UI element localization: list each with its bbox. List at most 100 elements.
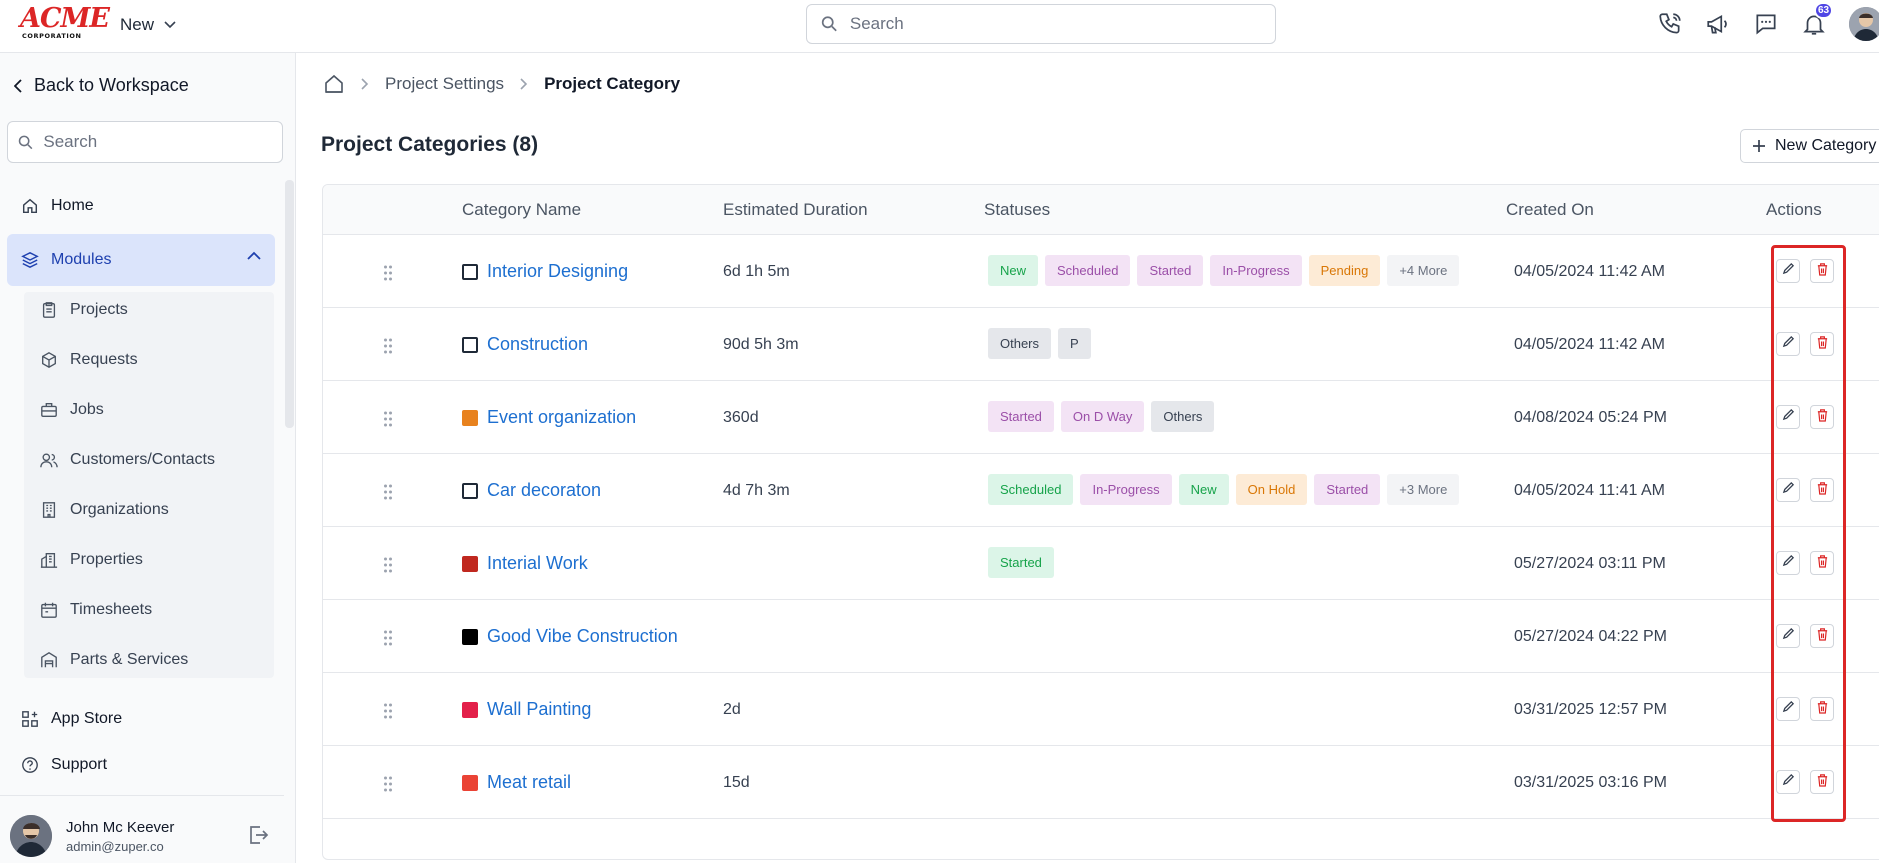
delete-button[interactable] bbox=[1810, 697, 1834, 721]
delete-button[interactable] bbox=[1810, 770, 1834, 794]
table-row: Wall Painting 2d 03/31/2025 12:57 PM bbox=[323, 673, 1879, 746]
pencil-icon bbox=[1782, 335, 1795, 353]
category-color-swatch[interactable] bbox=[462, 483, 478, 499]
edit-button[interactable] bbox=[1776, 551, 1800, 575]
edit-button[interactable] bbox=[1776, 332, 1800, 356]
new-category-button[interactable]: New Category bbox=[1740, 129, 1879, 163]
created-on: 05/27/2024 04:22 PM bbox=[1514, 628, 1668, 645]
edit-button[interactable] bbox=[1776, 697, 1800, 721]
user-name: John Mc Keever bbox=[66, 818, 175, 836]
category-name-link[interactable]: Wall Painting bbox=[487, 699, 591, 720]
sidebar-item-properties[interactable]: Properties bbox=[40, 545, 143, 575]
megaphone-icon[interactable] bbox=[1703, 8, 1733, 40]
phone-icon[interactable] bbox=[1655, 8, 1685, 40]
sidebar-item-timesheets[interactable]: Timesheets bbox=[40, 595, 152, 625]
table-header: Category Name Estimated Duration Statuse… bbox=[323, 185, 1879, 235]
edit-button[interactable] bbox=[1776, 405, 1800, 429]
sidebar-item-projects[interactable]: Projects bbox=[40, 295, 128, 325]
status-tag: Others bbox=[988, 328, 1052, 359]
category-name-link[interactable]: Meat retail bbox=[487, 772, 571, 793]
global-search[interactable] bbox=[806, 4, 1276, 44]
estimated-duration: 2d bbox=[723, 701, 741, 718]
delete-button[interactable] bbox=[1810, 332, 1834, 356]
sidebar-search-input[interactable] bbox=[43, 132, 282, 152]
sidebar-item-label: Projects bbox=[70, 301, 128, 318]
category-name-link[interactable]: Interial Work bbox=[487, 553, 588, 574]
estimated-duration: 15d bbox=[723, 774, 750, 791]
header-created-on[interactable]: Created On bbox=[1506, 200, 1594, 220]
created-on: 03/31/2025 12:57 PM bbox=[1514, 701, 1668, 718]
estimated-duration: 90d 5h 3m bbox=[723, 336, 799, 353]
edit-button[interactable] bbox=[1776, 259, 1800, 283]
sidebar-scrollbar[interactable] bbox=[285, 180, 294, 428]
table-row: Good Vibe Construction 05/27/2024 04:22 P… bbox=[323, 600, 1879, 673]
delete-button[interactable] bbox=[1810, 624, 1834, 648]
category-name-link[interactable]: Construction bbox=[487, 334, 588, 355]
category-name-link[interactable]: Car decoraton bbox=[487, 480, 601, 501]
home-icon[interactable] bbox=[323, 73, 345, 95]
sidebar-item-customers[interactable]: Customers/Contacts bbox=[40, 445, 215, 475]
global-search-input[interactable] bbox=[849, 14, 1275, 34]
sidebar-item-requests[interactable]: Requests bbox=[40, 345, 138, 375]
header-category-name[interactable]: Category Name bbox=[462, 200, 581, 220]
sidebar-item-modules[interactable]: Modules bbox=[7, 234, 275, 286]
user-profile[interactable]: John Mc Keever admin@zuper.co bbox=[10, 815, 174, 857]
sidebar-item-label: App Store bbox=[51, 710, 123, 727]
delete-button[interactable] bbox=[1810, 259, 1834, 283]
status-tag[interactable]: +4 More bbox=[1387, 255, 1460, 286]
breadcrumb-project-settings[interactable]: Project Settings bbox=[385, 74, 504, 94]
chevron-down-icon bbox=[164, 21, 176, 29]
sidebar-item-label: Home bbox=[51, 197, 94, 214]
drag-handle-icon[interactable] bbox=[383, 556, 393, 579]
drag-handle-icon[interactable] bbox=[383, 337, 393, 360]
sidebar-item-support[interactable]: Support bbox=[7, 743, 275, 787]
back-to-workspace-link[interactable]: Back to Workspace bbox=[14, 75, 189, 96]
calendar-icon bbox=[41, 602, 57, 618]
drag-handle-icon[interactable] bbox=[383, 702, 393, 725]
header-estimated-duration[interactable]: Estimated Duration bbox=[723, 200, 868, 220]
layers-icon bbox=[21, 251, 39, 269]
delete-button[interactable] bbox=[1810, 478, 1834, 502]
drag-handle-icon[interactable] bbox=[383, 410, 393, 433]
status-tag[interactable]: +3 More bbox=[1387, 474, 1460, 505]
drag-handle-icon[interactable] bbox=[383, 264, 393, 287]
status-list: New Scheduled Started In-Progress Pending +4 … bbox=[988, 255, 1460, 286]
pencil-icon bbox=[1782, 262, 1795, 280]
acme-logo[interactable]: ACME CORPORATION bbox=[20, 5, 110, 40]
chat-icon[interactable] bbox=[1751, 8, 1781, 40]
table-row: Interior Designing 6d 1h 5m New Scheduled St… bbox=[323, 235, 1879, 308]
box-icon bbox=[42, 352, 56, 368]
drag-handle-icon[interactable] bbox=[383, 483, 393, 506]
sidebar-item-app-store[interactable]: App Store bbox=[7, 697, 275, 741]
edit-button[interactable] bbox=[1776, 770, 1800, 794]
top-avatar[interactable] bbox=[1849, 7, 1879, 41]
sidebar-item-organizations[interactable]: Organizations bbox=[40, 495, 169, 525]
sidebar-item-home[interactable]: Home bbox=[7, 184, 275, 228]
category-name-link[interactable]: Event organization bbox=[487, 407, 636, 428]
edit-button[interactable] bbox=[1776, 478, 1800, 502]
delete-button[interactable] bbox=[1810, 551, 1834, 575]
category-color-swatch[interactable] bbox=[462, 264, 478, 280]
apps-icon bbox=[22, 711, 38, 727]
category-name-link[interactable]: Interior Designing bbox=[487, 261, 628, 282]
delete-button[interactable] bbox=[1810, 405, 1834, 429]
drag-handle-icon[interactable] bbox=[383, 629, 393, 652]
property-icon bbox=[40, 553, 58, 568]
sidebar-item-jobs[interactable]: Jobs bbox=[40, 395, 104, 425]
estimated-duration: 360d bbox=[723, 409, 759, 426]
sidebar-divider bbox=[0, 795, 284, 796]
bell-icon[interactable]: 63 bbox=[1799, 2, 1833, 40]
logout-icon[interactable] bbox=[246, 823, 270, 852]
breadcrumb-current: Project Category bbox=[544, 74, 681, 93]
chevron-right-icon bbox=[520, 78, 528, 90]
table-row: Meat retail 15d 03/31/2025 03:16 PM bbox=[323, 746, 1879, 819]
sidebar: Back to Workspace Home Modules Projects … bbox=[0, 53, 296, 863]
table-row: Construction 90d 5h 3m Others P 04/05/2024 1… bbox=[323, 308, 1879, 381]
drag-handle-icon[interactable] bbox=[383, 775, 393, 798]
edit-button[interactable] bbox=[1776, 624, 1800, 648]
sidebar-search[interactable] bbox=[7, 121, 283, 163]
sidebar-item-parts-services[interactable]: Parts & Services bbox=[40, 645, 188, 675]
category-color-swatch[interactable] bbox=[462, 337, 478, 353]
category-name-link[interactable]: Good Vibe Construction bbox=[487, 626, 678, 647]
new-dropdown-button[interactable]: New bbox=[120, 13, 176, 37]
